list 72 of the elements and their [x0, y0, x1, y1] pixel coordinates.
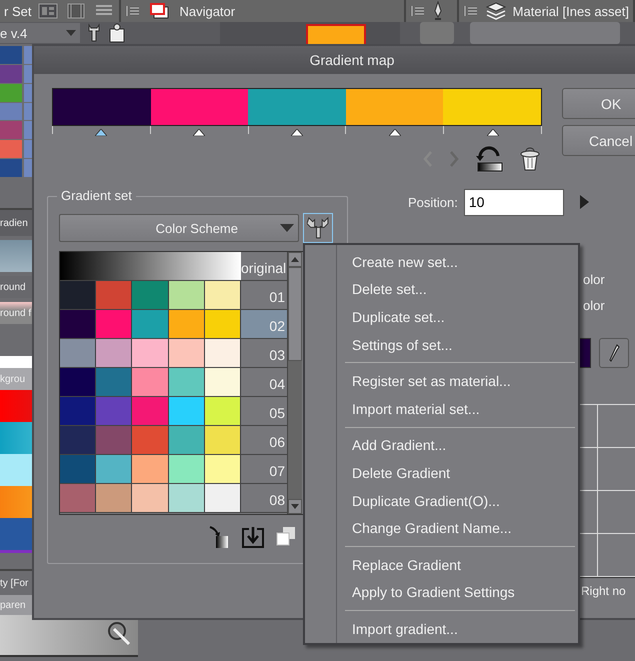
menu-item[interactable]: Settings of set... [305, 330, 578, 358]
pen-nib-icon[interactable] [432, 1, 444, 21]
clipboard-icon[interactable] [108, 23, 126, 43]
caret-icon [66, 30, 76, 36]
reverse-gradient-icon[interactable] [474, 146, 504, 172]
position-label: Position: [408, 194, 458, 210]
menu-item[interactable]: Apply to Gradient Settings [305, 578, 578, 606]
row-label: 07 [268, 462, 286, 481]
row-label: 06 [268, 433, 286, 452]
settings-button[interactable] [303, 213, 333, 243]
row-label: 08 [268, 491, 286, 510]
brush-dropdown[interactable]: e v.4 [0, 23, 80, 43]
menu-item[interactable]: Duplicate Gradient(O)... [305, 486, 578, 514]
panel-title: radien [0, 218, 28, 228]
triangle-right-icon[interactable] [580, 195, 589, 209]
dialog-button[interactable]: Cancel [562, 125, 635, 156]
row-label: 02 [241, 310, 287, 338]
row-label: 04 [268, 375, 286, 394]
menu-item[interactable]: Create new set... [305, 248, 578, 276]
duplicate-icon[interactable] [275, 525, 297, 547]
menu-item[interactable]: Duplicate set... [305, 303, 578, 331]
scrollbar[interactable] [287, 252, 302, 514]
color-stop-marker[interactable] [290, 129, 303, 136]
set-dropdown[interactable]: Color Scheme [59, 214, 299, 242]
group-title: Gradient set [57, 188, 136, 203]
gradient-row[interactable]: 02 [60, 310, 287, 339]
layers-icon [484, 1, 507, 21]
color-stop-marker[interactable] [95, 129, 108, 136]
color-stop-marker[interactable] [193, 129, 206, 136]
eyedropper-icon [608, 343, 620, 363]
caret-icon [280, 224, 294, 232]
collapse-icon[interactable] [462, 4, 479, 18]
color-stop-marker[interactable] [486, 129, 499, 136]
row-label: 01 [268, 288, 286, 307]
eyedropper-button[interactable] [599, 338, 629, 368]
gradient-row[interactable]: 03 [60, 339, 287, 368]
trash-icon[interactable] [518, 146, 542, 172]
gradient-row[interactable]: 08 [60, 484, 287, 513]
gradient-row[interactable]: original [60, 252, 287, 281]
menu-item[interactable]: Add Gradient... [305, 432, 578, 460]
collapse-icon[interactable] [125, 4, 142, 18]
color-stop-marker[interactable] [388, 129, 401, 136]
gradient-row[interactable]: 07 [60, 455, 287, 484]
navigator-icon [149, 2, 172, 20]
collapse-icon[interactable] [410, 4, 426, 18]
menu-item[interactable]: Import material set... [305, 394, 578, 423]
layout-icon[interactable] [37, 2, 60, 20]
scroll-down-icon[interactable] [291, 504, 299, 509]
row-label: original [241, 259, 287, 278]
menu-item[interactable]: Change Gradient Name... [305, 514, 578, 542]
menu-item[interactable]: Register set as material... [305, 367, 578, 395]
import-icon[interactable] [241, 525, 265, 549]
dialog-button[interactable]: OK [562, 88, 635, 119]
menu-item[interactable]: Replace Gradient [305, 550, 578, 579]
panel-tab[interactable]: r Set [4, 4, 32, 18]
position-field[interactable]: 10 [464, 188, 564, 216]
option-label: olor [582, 296, 606, 314]
gradient-row[interactable]: 01 [60, 281, 287, 310]
menu-item[interactable]: Import gradient... [305, 615, 578, 643]
option-label: olor [582, 270, 606, 288]
dialog-title: Gradient map [310, 52, 394, 68]
apply-gradient-icon[interactable] [207, 525, 231, 549]
row-label: 05 [268, 404, 286, 423]
menu-item[interactable]: Delete Gradient [305, 459, 578, 487]
gradient-row[interactable]: 04 [60, 368, 287, 397]
gradient-row[interactable]: 06 [60, 426, 287, 455]
scroll-up-icon[interactable] [291, 257, 299, 262]
row-label: 03 [268, 346, 286, 365]
gradient-bar[interactable] [52, 88, 542, 126]
panel-tab[interactable]: Navigator [179, 4, 236, 18]
menu-item[interactable]: Delete set... [305, 276, 578, 304]
gradient-row[interactable]: 05 [60, 397, 287, 426]
